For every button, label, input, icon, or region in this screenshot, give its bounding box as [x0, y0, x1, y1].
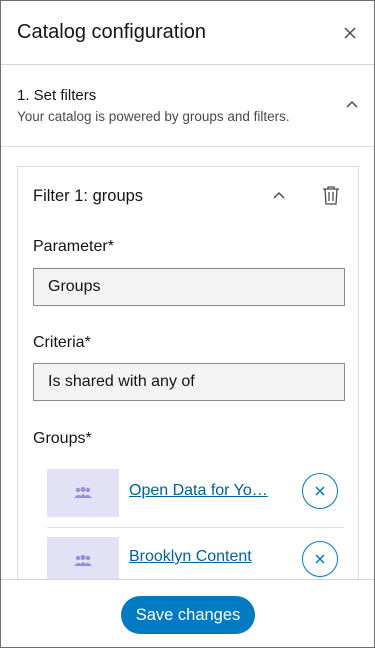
remove-group-button[interactable]: [302, 541, 338, 577]
panel-scroll-area[interactable]: 1. Set filters Your catalog is powered b…: [1, 66, 374, 579]
panel-header: Catalog configuration: [1, 1, 374, 65]
close-icon: [315, 554, 325, 564]
parameter-field[interactable]: Groups: [33, 268, 345, 306]
group-icon: [47, 469, 119, 517]
panel-title: Catalog configuration: [17, 21, 207, 43]
panel-footer: Save changes: [1, 579, 374, 647]
filter-title: Filter 1: groups: [33, 187, 144, 205]
groups-label: Groups*: [33, 430, 92, 447]
parameter-label: Parameter*: [33, 238, 114, 255]
catalog-configuration-panel: Catalog configuration 1. Set filters You…: [0, 0, 375, 648]
criteria-field[interactable]: Is shared with any of: [33, 363, 345, 401]
chevron-up-icon[interactable]: [342, 94, 362, 114]
group-divider: [47, 527, 344, 528]
remove-group-button[interactable]: [302, 473, 338, 509]
group-link[interactable]: Brooklyn Content: [129, 548, 281, 566]
trash-icon[interactable]: [320, 184, 342, 206]
close-icon: [315, 486, 325, 496]
chevron-up-icon[interactable]: [268, 184, 290, 206]
filter-card: Filter 1: groups Parameter* Groups Crite…: [17, 166, 359, 579]
group-link[interactable]: Open Data for Yo…: [129, 482, 281, 500]
section-title: 1. Set filters: [17, 87, 97, 104]
save-changes-button[interactable]: Save changes: [121, 596, 255, 634]
section-subtitle: Your catalog is powered by groups and fi…: [17, 109, 290, 124]
close-icon[interactable]: [340, 23, 360, 43]
group-item: Brooklyn Content: [47, 537, 344, 579]
set-filters-section-body: Filter 1: groups Parameter* Groups Crite…: [1, 147, 374, 579]
criteria-label: Criteria*: [33, 334, 91, 351]
group-item: Open Data for Yo…: [47, 469, 344, 527]
set-filters-section-header[interactable]: 1. Set filters Your catalog is powered b…: [1, 66, 374, 147]
group-icon: [47, 537, 119, 579]
